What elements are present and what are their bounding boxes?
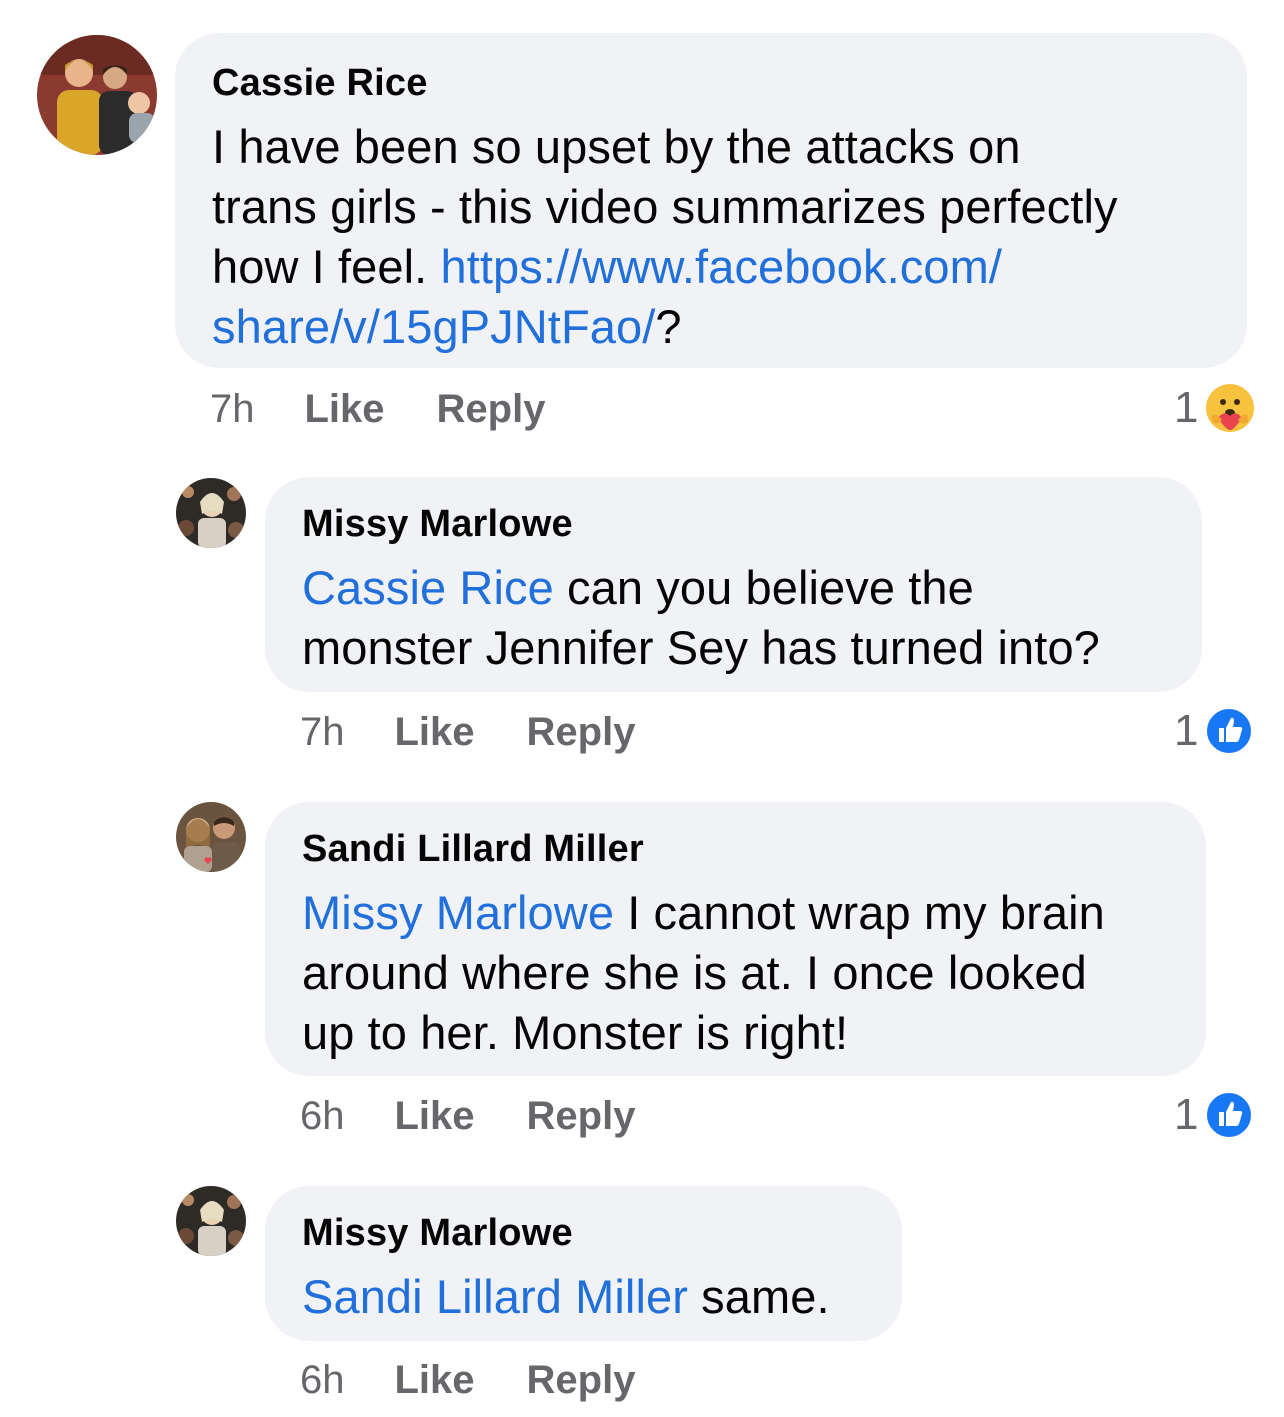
comment-bubble: Missy Marlowe Cassie Rice can you believ… xyxy=(265,477,1202,692)
comment-text: Missy Marlowe I cannot wrap my brain aro… xyxy=(302,883,1170,1063)
like-button[interactable]: Like xyxy=(305,387,385,432)
comment-text-line: share/v/15gPJNtFao/? xyxy=(212,297,1211,357)
comment-timestamp[interactable]: 7h xyxy=(210,387,255,432)
avatar[interactable] xyxy=(176,478,246,548)
avatar-photo xyxy=(176,1186,246,1256)
comment-timestamp[interactable]: 6h xyxy=(300,1094,345,1139)
comment-text-line: Sandi Lillard Miller same. xyxy=(302,1267,866,1327)
reaction-count: 1 xyxy=(1174,383,1199,432)
like-icon xyxy=(1205,1091,1254,1139)
comment-text: I have been so upset by the attacks on t… xyxy=(212,117,1211,357)
comment-text: Sandi Lillard Miller same. xyxy=(302,1267,866,1327)
mention-link[interactable]: Cassie Rice xyxy=(302,561,554,614)
reply-button[interactable]: Reply xyxy=(437,387,546,432)
comment-timestamp[interactable]: 7h xyxy=(300,710,345,755)
like-icon xyxy=(1205,707,1254,755)
comment-author[interactable]: Missy Marlowe xyxy=(302,1211,866,1255)
reply-button[interactable]: Reply xyxy=(527,710,636,755)
comment-text-fragment: ? xyxy=(655,300,682,353)
avatar[interactable] xyxy=(37,35,157,155)
comment-timestamp[interactable]: 6h xyxy=(300,1358,345,1403)
reaction-summary[interactable]: 1 xyxy=(1174,706,1254,756)
comment-bubble: Sandi Lillard Miller Missy Marlowe I can… xyxy=(265,802,1206,1076)
reaction-count: 1 xyxy=(1174,706,1199,755)
avatar-photo xyxy=(176,478,246,548)
comment-text-line: trans girls - this video summarizes perf… xyxy=(212,180,1118,233)
comment-text-line: Cassie Rice can you believe the xyxy=(302,558,1166,618)
mention-link[interactable]: Missy Marlowe xyxy=(302,886,614,939)
comment-text-line: Missy Marlowe I cannot wrap my brain xyxy=(302,883,1170,943)
comment-text-line: up to her. Monster is right! xyxy=(302,1006,849,1059)
avatar[interactable] xyxy=(176,1186,246,1256)
mention-link[interactable]: Sandi Lillard Miller xyxy=(302,1270,688,1323)
comment-text-line: monster Jennifer Sey has turned into? xyxy=(302,621,1100,674)
comment-link-continued[interactable]: share/v/15gPJNtFao/ xyxy=(212,300,655,353)
comment-text-line: how I feel. https://www.facebook.com/ xyxy=(212,237,1211,297)
reaction-summary[interactable]: 1 xyxy=(1174,382,1256,434)
reaction-summary[interactable]: 1 xyxy=(1174,1090,1254,1140)
comment-text-fragment: can you believe the xyxy=(553,561,974,614)
avatar-photo xyxy=(37,35,157,155)
like-button[interactable]: Like xyxy=(395,1094,475,1139)
like-button[interactable]: Like xyxy=(395,710,475,755)
comment-author[interactable]: Missy Marlowe xyxy=(302,502,1166,546)
care-emoji-icon xyxy=(1206,384,1255,432)
comment-actions: 7h Like Reply xyxy=(300,710,687,755)
comment-text-line: around where she is at. I once looked xyxy=(302,946,1087,999)
avatar-photo xyxy=(176,802,246,872)
comment-actions: 6h Like Reply xyxy=(300,1094,687,1139)
reply-button[interactable]: Reply xyxy=(527,1094,636,1139)
comment-text-fragment: same. xyxy=(688,1270,830,1323)
comment-actions: 6h Like Reply xyxy=(300,1358,687,1403)
comment-text: Cassie Rice can you believe the monster … xyxy=(302,558,1166,678)
avatar[interactable] xyxy=(176,802,246,872)
comment-author[interactable]: Cassie Rice xyxy=(212,61,1211,105)
like-button[interactable]: Like xyxy=(395,1358,475,1403)
comment-bubble: Missy Marlowe Sandi Lillard Miller same. xyxy=(265,1186,902,1341)
comment-actions: 7h Like Reply xyxy=(210,387,597,432)
reply-button[interactable]: Reply xyxy=(527,1358,636,1403)
reaction-count: 1 xyxy=(1174,1090,1199,1139)
comment-text-fragment: how I feel. xyxy=(212,240,441,293)
comment-text-fragment: I cannot wrap my brain xyxy=(614,886,1105,939)
comment-text-line: I have been so upset by the attacks on xyxy=(212,120,1021,173)
comment-author[interactable]: Sandi Lillard Miller xyxy=(302,827,1170,871)
comment-bubble: Cassie Rice I have been so upset by the … xyxy=(175,33,1247,368)
comment-link[interactable]: https://www.facebook.com/ xyxy=(441,240,1003,293)
